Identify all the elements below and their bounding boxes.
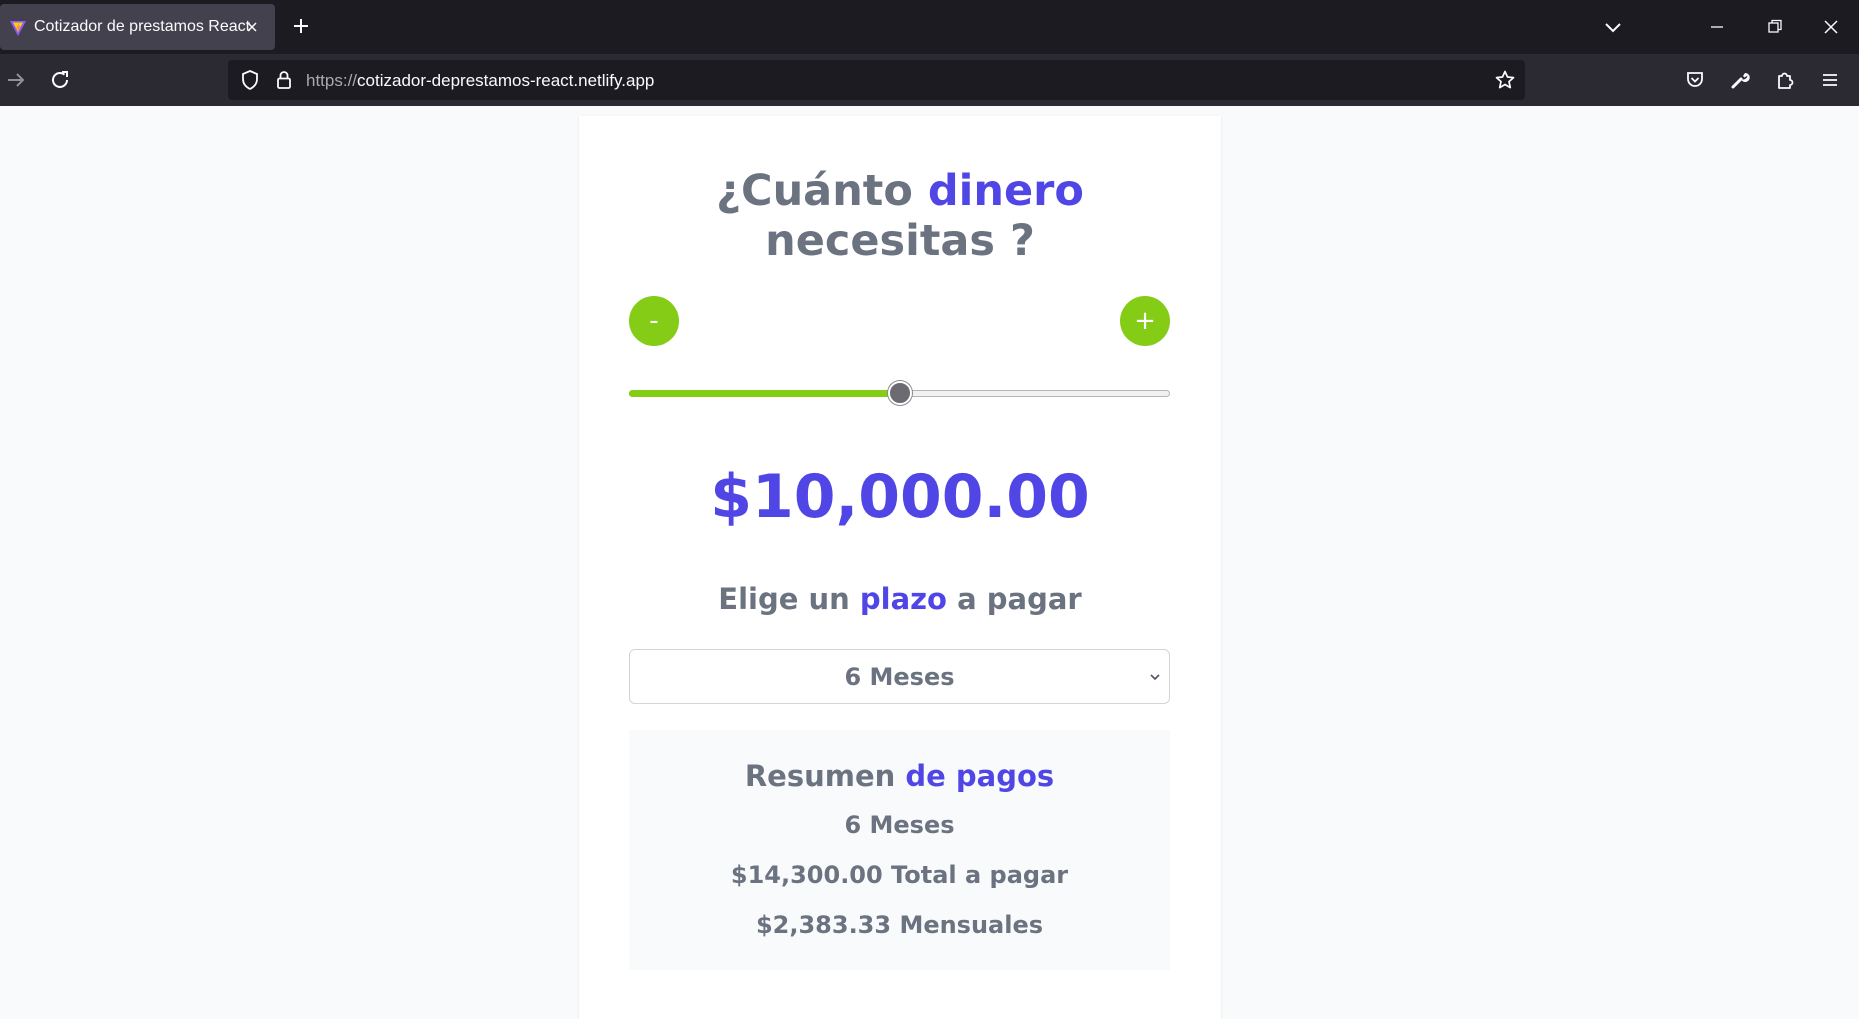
loan-calculator-card: ¿Cuánto dinero necesitas ? - + $10,000.0…: [579, 116, 1221, 1019]
bookmark-star-icon[interactable]: [1493, 68, 1517, 92]
term-heading-part-2: a pagar: [957, 582, 1082, 616]
restore-window-icon[interactable]: [1764, 16, 1786, 38]
term-heading-accent: plazo: [859, 582, 947, 616]
browser-tab[interactable]: Cotizador de prestamos React: [0, 4, 275, 50]
term-select-value: 6 Meses: [844, 663, 955, 691]
shield-icon[interactable]: [238, 68, 262, 92]
slider-fill: [629, 390, 900, 397]
close-tab-icon[interactable]: [244, 19, 260, 35]
page-title: ¿Cuánto dinero necesitas ?: [579, 166, 1221, 266]
decrease-amount-button[interactable]: -: [629, 296, 679, 346]
increase-amount-button[interactable]: +: [1120, 296, 1170, 346]
title-part-1: ¿Cuánto: [716, 166, 913, 216]
browser-tab-bar: Cotizador de prestamos React: [0, 0, 1859, 54]
url-protocol: https://: [306, 71, 358, 90]
minimize-window-icon[interactable]: [1706, 16, 1728, 38]
extensions-puzzle-icon[interactable]: [1773, 68, 1797, 92]
page-viewport: ¿Cuánto dinero necesitas ? - + $10,000.0…: [0, 106, 1859, 1019]
summary-title: Resumen de pagos: [629, 758, 1170, 794]
slider-thumb[interactable]: [887, 381, 912, 405]
chevron-down-icon[interactable]: [1602, 16, 1624, 38]
summary-total: $14,300.00 Total a pagar: [730, 861, 1069, 889]
payment-summary: Resumen de pagos 6 Meses $14,300.00 Tota…: [629, 730, 1170, 970]
chevron-down-icon: [1150, 674, 1160, 681]
forward-arrow-icon[interactable]: [4, 68, 28, 92]
reload-icon[interactable]: [48, 68, 72, 92]
url-host: cotizador-deprestamos-react.netlify.app: [357, 71, 655, 90]
vite-favicon-icon: [10, 21, 26, 36]
summary-title-part-1: Resumen: [744, 759, 896, 793]
hamburger-menu-icon[interactable]: [1818, 68, 1842, 92]
url-text[interactable]: https://cotizador-deprestamos-react.netl…: [306, 71, 654, 91]
lock-icon[interactable]: [272, 68, 296, 92]
tab-title: Cotizador de prestamos React: [34, 18, 251, 35]
term-heading-part-1: Elige un: [718, 582, 850, 616]
summary-monthly: $2,383.33 Mensuales: [755, 911, 1044, 939]
amount-slider[interactable]: [629, 381, 1170, 405]
browser-navigation-bar: https://cotizador-deprestamos-react.netl…: [0, 54, 1859, 106]
new-tab-plus-icon[interactable]: [290, 15, 312, 37]
url-bar[interactable]: https://cotizador-deprestamos-react.netl…: [228, 60, 1525, 100]
summary-title-accent: de pagos: [905, 759, 1055, 793]
wrench-icon[interactable]: [1728, 68, 1752, 92]
summary-months: 6 Meses: [844, 811, 955, 839]
pocket-icon[interactable]: [1683, 68, 1707, 92]
title-accent: dinero: [927, 166, 1084, 216]
title-part-2: necesitas ?: [765, 216, 1035, 266]
term-heading: Elige un plazo a pagar: [579, 581, 1221, 617]
term-select[interactable]: 6 Meses: [629, 649, 1170, 704]
loan-amount: $10,000.00: [710, 462, 1090, 532]
close-window-icon[interactable]: [1820, 16, 1842, 38]
